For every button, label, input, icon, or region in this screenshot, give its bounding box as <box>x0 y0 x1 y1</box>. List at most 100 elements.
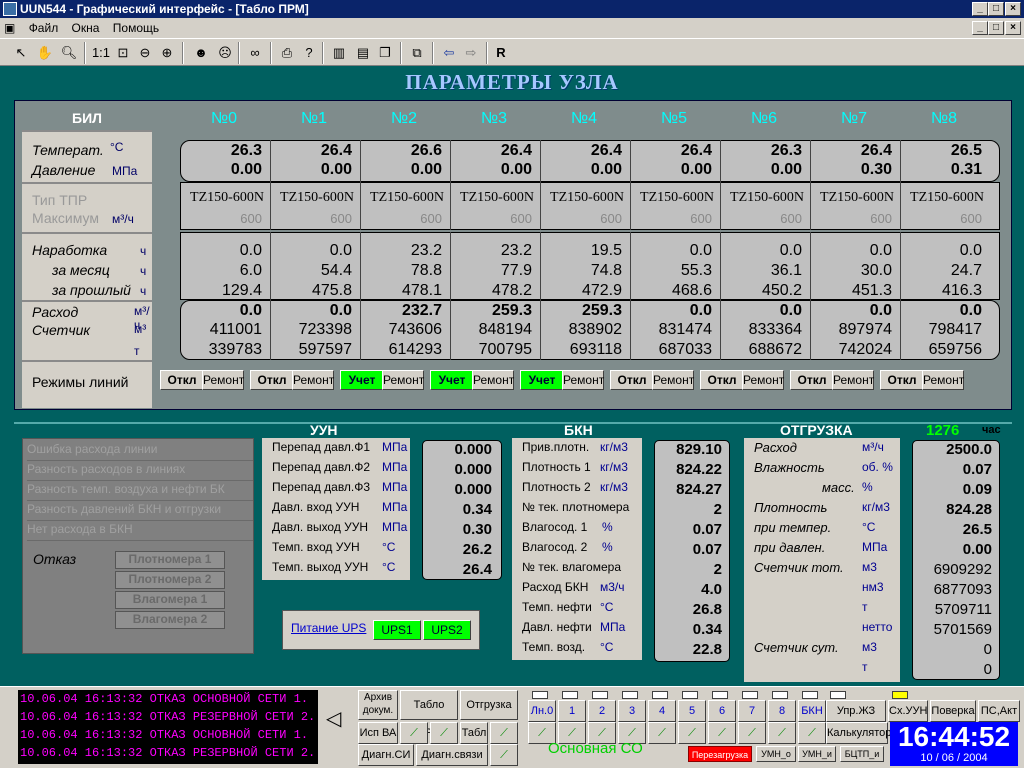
archive-button[interactable]: Архив докум. <box>358 690 398 720</box>
close-button[interactable]: × <box>1005 2 1021 16</box>
sx-uun-button[interactable]: Сх.УУН <box>888 700 928 722</box>
menu-help[interactable]: Помощь <box>113 21 159 35</box>
print-icon[interactable]: ⎙ <box>276 42 298 64</box>
speaker-icon[interactable]: ◁ <box>326 706 341 731</box>
mode-uchet-button[interactable]: Откл <box>700 370 744 390</box>
otgr-row-value: 2500.0 <box>946 441 992 458</box>
line-nav-button[interactable]: Лн.0 <box>528 700 556 722</box>
zoom-out-icon[interactable]: ⊖ <box>134 42 156 64</box>
mdi-restore-button[interactable]: □ <box>988 21 1004 35</box>
mode-uchet-button[interactable]: Откл <box>790 370 834 390</box>
toolbar: ↖ ✋ 🔍︎ 1:1 ⊡ ⊖ ⊕ ☻ ☹ ∞ ⎙ ? ▥ ▤ ❐ ⧉ ⇦ ⇨ R <box>0 38 1024 66</box>
hand-icon[interactable]: ✋ <box>34 42 56 64</box>
prev-value: 468.6 <box>671 282 712 299</box>
otgr-row-unit: об. % <box>862 460 893 474</box>
windows-icon[interactable]: ⧉ <box>406 42 428 64</box>
mode-remont-button[interactable]: Ремонт <box>742 370 784 390</box>
bkn-row-label: № тек. влагомера <box>522 560 621 574</box>
mode-remont-button[interactable]: Ремонт <box>562 370 604 390</box>
max-unit: м³/ч <box>112 212 134 226</box>
trend1-icon[interactable]: ⟋ <box>400 722 428 744</box>
trend-icon[interactable]: ⟋ <box>678 722 706 744</box>
line-nav-button[interactable]: 7 <box>738 700 766 722</box>
max-value: 600 <box>870 211 892 226</box>
back-arrow-icon[interactable]: ⇦ <box>438 42 460 64</box>
help-icon[interactable]: ? <box>298 42 320 64</box>
tablo-button[interactable]: Табло ПРМ <box>400 690 458 739</box>
refresh-r-icon[interactable]: R <box>490 42 512 64</box>
trend-icon[interactable]: ⟋ <box>708 722 736 744</box>
reload-button[interactable]: Перезагрузка <box>688 746 752 762</box>
otkaz-label: Отказ <box>33 551 77 567</box>
line-nav-button[interactable]: БКН <box>798 700 826 722</box>
otgr-row-value: 0 <box>983 661 992 678</box>
line-nav-button[interactable]: 4 <box>648 700 676 722</box>
mode-remont-button[interactable]: Ремонт <box>382 370 424 390</box>
runtime-value: 0.0 <box>869 242 892 259</box>
zoom-1to1-icon[interactable]: 1:1 <box>90 42 112 64</box>
umn-i-button[interactable]: УМН_и <box>798 746 836 762</box>
line-led <box>772 691 788 699</box>
line-nav-button[interactable]: 8 <box>768 700 796 722</box>
mode-remont-button[interactable]: Ремонт <box>652 370 694 390</box>
ps-akt-button[interactable]: ПС,Акт <box>978 700 1020 722</box>
mode-uchet-button[interactable]: Учет <box>340 370 384 390</box>
bctp-button[interactable]: БЦТП_и <box>840 746 884 762</box>
mdi-close-button[interactable]: × <box>1005 21 1021 35</box>
mode-remont-button[interactable]: Ремонт <box>832 370 874 390</box>
user-icon[interactable]: ☻ <box>190 42 212 64</box>
counter-t-value: 339783 <box>208 341 262 358</box>
umn-o-button[interactable]: УМН_о <box>756 746 796 762</box>
mode-uchet-button[interactable]: Учет <box>430 370 474 390</box>
pointer-icon[interactable]: ↖ <box>10 42 32 64</box>
maximize-button[interactable]: □ <box>988 2 1004 16</box>
mode-uchet-button[interactable]: Откл <box>250 370 294 390</box>
line-nav-button[interactable]: 1 <box>558 700 586 722</box>
user-remove-icon[interactable]: ☹ <box>214 42 236 64</box>
diag-si-button[interactable]: Диагн.СИ <box>358 744 414 766</box>
trend4-icon[interactable]: ⟋ <box>490 744 518 766</box>
trend-icon[interactable]: ⟋ <box>798 722 826 744</box>
isp-va-button[interactable]: Исп ВА <box>358 722 398 744</box>
tabl-button[interactable]: Табл <box>460 722 488 744</box>
line-nav-button[interactable]: 2 <box>588 700 616 722</box>
mode-remont-button[interactable]: Ремонт <box>202 370 244 390</box>
trend3-icon[interactable]: ⟋ <box>490 722 518 744</box>
forward-arrow-icon[interactable]: ⇨ <box>460 42 482 64</box>
mode-remont-button[interactable]: Ремонт <box>922 370 964 390</box>
mode-uchet-button[interactable]: Учет <box>520 370 564 390</box>
trend-icon[interactable]: ⟋ <box>738 722 766 744</box>
mdi-minimize-button[interactable]: _ <box>972 21 988 35</box>
minimize-button[interactable]: _ <box>972 2 988 16</box>
max-value: 600 <box>780 211 802 226</box>
calculator-button[interactable]: Калькулятор <box>826 722 891 744</box>
binoculars-icon[interactable]: ∞ <box>244 42 266 64</box>
mode-remont-button[interactable]: Ремонт <box>472 370 514 390</box>
pressure-value: 0.00 <box>230 161 262 178</box>
otgruzka-button[interactable]: Отгрузка <box>460 690 518 720</box>
upr-zhz-button[interactable]: Упр.ЖЗ <box>826 700 886 722</box>
layout-rows-icon[interactable]: ▤ <box>352 42 374 64</box>
mode-uchet-button[interactable]: Откл <box>160 370 204 390</box>
layout-cascade-icon[interactable]: ❐ <box>374 42 396 64</box>
poverka-button[interactable]: Поверка <box>930 700 976 722</box>
menu-windows[interactable]: Окна <box>72 21 100 35</box>
trend-icon[interactable]: ⟋ <box>648 722 676 744</box>
zoom-fit-icon[interactable]: ⊡ <box>112 42 134 64</box>
line-nav-button[interactable]: 5 <box>678 700 706 722</box>
uun-row-value: 0.000 <box>454 461 492 478</box>
trend2-icon[interactable]: ⟋ <box>430 722 458 744</box>
menu-file[interactable]: Файл <box>29 21 59 35</box>
zoom-in-icon[interactable]: ⊕ <box>156 42 178 64</box>
counter-m3-value: 743606 <box>388 321 442 338</box>
ups-label[interactable]: Питание UPS <box>291 621 366 635</box>
layout-columns-icon[interactable]: ▥ <box>328 42 350 64</box>
mode-uchet-button[interactable]: Откл <box>610 370 654 390</box>
magnifier-icon[interactable]: 🔍︎ <box>58 42 80 64</box>
trend-icon[interactable]: ⟋ <box>768 722 796 744</box>
mode-uchet-button[interactable]: Откл <box>880 370 924 390</box>
line-nav-button[interactable]: 6 <box>708 700 736 722</box>
mode-remont-button[interactable]: Ремонт <box>292 370 334 390</box>
line-nav-button[interactable]: 3 <box>618 700 646 722</box>
diag-svyazi-button[interactable]: Диагн.связи <box>416 744 488 766</box>
